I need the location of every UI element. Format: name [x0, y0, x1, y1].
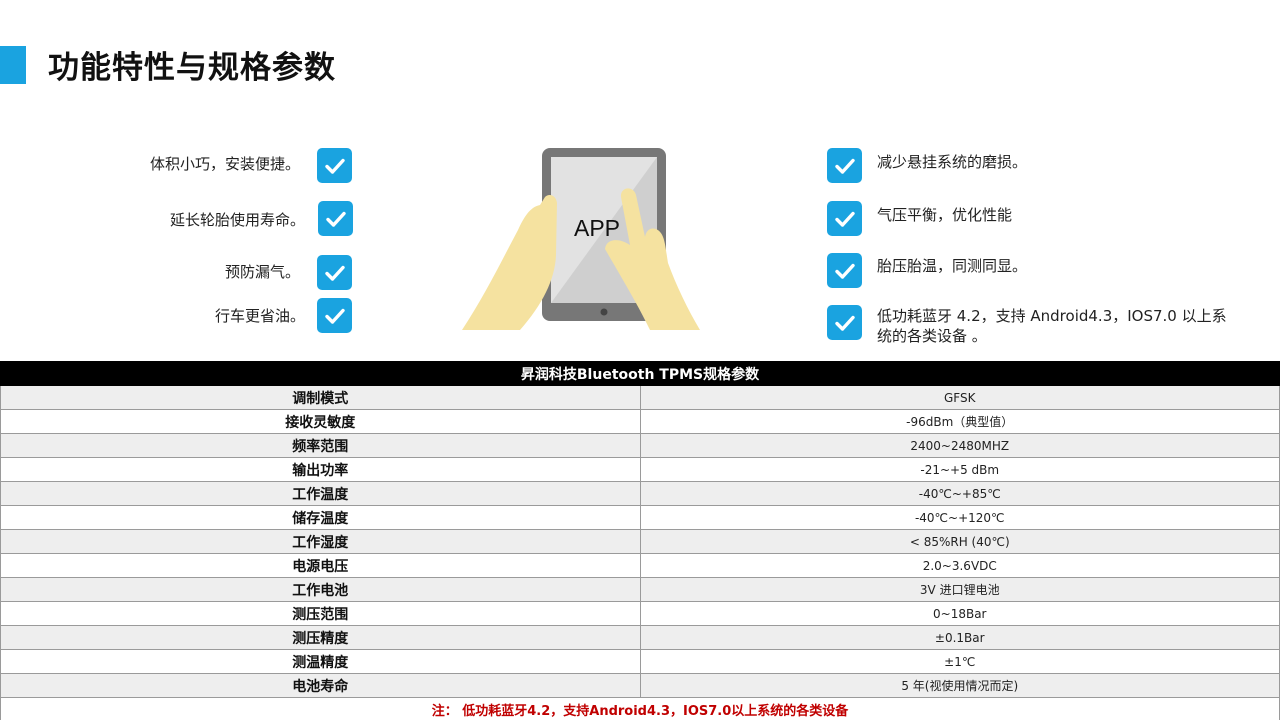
table-row: 储存温度 -40℃~+120℃	[0, 505, 1280, 530]
table-row: 频率范围 2400~2480MHZ	[0, 433, 1280, 458]
row-label: 工作电池	[0, 577, 641, 602]
row-label: 储存温度	[0, 505, 641, 530]
feature-right-4-line2: 统的各类设备 。	[877, 327, 987, 345]
feature-left-1: 体积小巧，安装便捷。	[149, 155, 300, 173]
table-row: 接收灵敏度 -96dBm（典型值）	[0, 409, 1280, 434]
checkmark-icon	[317, 148, 352, 183]
tablet-hand-illustration: APP	[462, 148, 700, 330]
feature-right-3: 胎压胎温，同测同显。	[877, 257, 1028, 275]
row-label: 调制模式	[0, 385, 641, 410]
feature-right-2: 气压平衡，优化性能	[877, 206, 1013, 224]
row-value: 5 年(视使用情况而定)	[639, 673, 1280, 698]
table-row: 工作温度 -40℃~+85℃	[0, 481, 1280, 506]
table-row: 工作电池 3V 进口锂电池	[0, 577, 1280, 602]
feature-right-4-line1: 低功耗蓝牙 4.2，支持 Android4.3，IOS7.0 以上系	[877, 307, 1227, 325]
table-note: 注： 低功耗蓝牙4.2，支持Android4.3，IOS7.0以上系统的各类设备	[0, 697, 1280, 720]
row-label: 电源电压	[0, 553, 641, 578]
checkmark-icon	[827, 201, 862, 236]
table-row: 测压范围 0~18Bar	[0, 601, 1280, 626]
row-label: 工作温度	[0, 481, 641, 506]
row-value: -96dBm（典型值）	[639, 409, 1280, 434]
row-label: 测温精度	[0, 649, 641, 674]
row-value: 2.0~3.6VDC	[639, 553, 1280, 578]
table-row: 输出功率 -21~+5 dBm	[0, 457, 1280, 482]
row-label: 测压范围	[0, 601, 641, 626]
feature-left-4: 行车更省油。	[214, 307, 305, 325]
table-row: 调制模式 GFSK	[0, 385, 1280, 410]
feature-left-2: 延长轮胎使用寿命。	[169, 211, 305, 229]
row-value: ±1℃	[639, 649, 1280, 674]
row-value: -40℃~+85℃	[639, 481, 1280, 506]
row-value: -21~+5 dBm	[639, 457, 1280, 482]
table-row: 注： 低功耗蓝牙4.2，支持Android4.3，IOS7.0以上系统的各类设备	[0, 697, 1280, 720]
checkmark-icon	[317, 298, 352, 333]
row-value: GFSK	[639, 385, 1280, 410]
row-label: 工作湿度	[0, 529, 641, 554]
table-row: 测温精度 ±1℃	[0, 649, 1280, 674]
tablet-home-button	[600, 308, 608, 316]
row-value: 3V 进口锂电池	[639, 577, 1280, 602]
feature-right-4: 低功耗蓝牙 4.2，支持 Android4.3，IOS7.0 以上系 统的各类设…	[877, 306, 1227, 346]
checkmark-icon	[827, 305, 862, 340]
spec-table: 昇润科技Bluetooth TPMS规格参数 调制模式 GFSK 接收灵敏度 -96…	[0, 361, 1280, 720]
feature-right-1: 减少悬挂系统的磨损。	[877, 153, 1028, 171]
page-title: 功能特性与规格参数	[48, 50, 336, 86]
row-label: 电池寿命	[0, 673, 641, 698]
table-row: 电源电压 2.0~3.6VDC	[0, 553, 1280, 578]
row-value: ±0.1Bar	[639, 625, 1280, 650]
row-value: 2400~2480MHZ	[639, 433, 1280, 458]
row-label: 接收灵敏度	[0, 409, 641, 434]
row-value: -40℃~+120℃	[639, 505, 1280, 530]
row-label: 输出功率	[0, 457, 641, 482]
row-label: 频率范围	[0, 433, 641, 458]
row-value: 0~18Bar	[639, 601, 1280, 626]
checkmark-icon	[317, 255, 352, 290]
checkmark-icon	[318, 201, 353, 236]
table-row: 测压精度 ±0.1Bar	[0, 625, 1280, 650]
checkmark-icon	[827, 148, 862, 183]
row-label: 测压精度	[0, 625, 641, 650]
spec-table-header: 昇润科技Bluetooth TPMS规格参数	[0, 361, 1280, 386]
table-row: 电池寿命 5 年(视使用情况而定)	[0, 673, 1280, 698]
title-accent-bar	[0, 46, 26, 84]
table-row: 工作湿度 < 85%RH (40℃)	[0, 529, 1280, 554]
checkmark-icon	[827, 253, 862, 288]
feature-left-3: 预防漏气。	[224, 263, 300, 281]
row-value: < 85%RH (40℃)	[639, 529, 1280, 554]
tablet-app-label: APP	[574, 215, 620, 241]
